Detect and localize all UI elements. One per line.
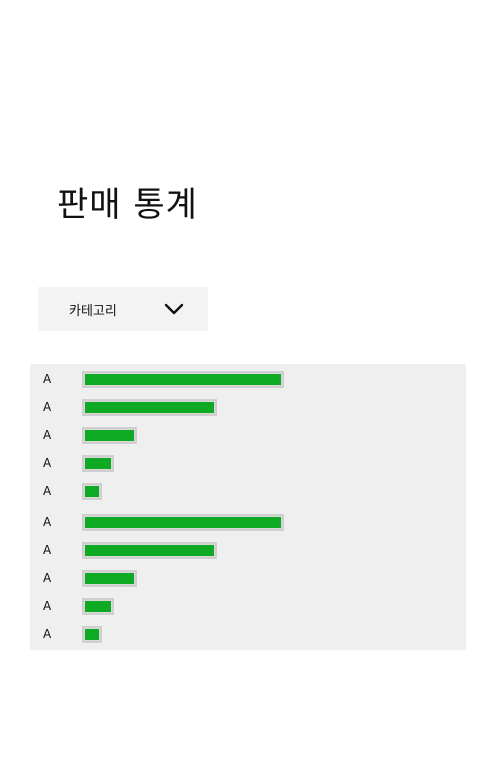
bar-row: A	[30, 624, 466, 644]
bar-category-label: A	[43, 428, 52, 442]
bar	[82, 399, 217, 416]
bar	[82, 483, 102, 500]
bar	[82, 427, 137, 444]
bar-row: A	[30, 397, 466, 417]
bar-chart: AAAAAAAAAA	[30, 364, 466, 650]
bar	[82, 514, 284, 531]
bar	[82, 598, 114, 615]
bar	[82, 542, 217, 559]
bar-row: A	[30, 425, 466, 445]
page: 판매 통계 카테고리 AAAAAAAAAA	[0, 0, 500, 774]
bar-category-label: A	[43, 543, 52, 557]
bar-row: A	[30, 453, 466, 473]
bar-category-label: A	[43, 456, 52, 470]
bar	[82, 371, 284, 388]
page-title: 판매 통계	[57, 185, 198, 225]
category-dropdown-label: 카테고리	[69, 303, 117, 319]
bar-category-label: A	[43, 372, 52, 386]
bar-row: A	[30, 596, 466, 616]
bar-row: A	[30, 369, 466, 389]
chevron-down-icon	[164, 303, 184, 315]
bar-category-label: A	[43, 571, 52, 585]
bar-row: A	[30, 481, 466, 501]
bar	[82, 455, 114, 472]
bar-category-label: A	[43, 627, 52, 641]
bar-row: A	[30, 512, 466, 532]
bar-row: A	[30, 540, 466, 560]
bar-category-label: A	[43, 515, 52, 529]
bar-row: A	[30, 568, 466, 588]
bar-category-label: A	[43, 400, 52, 414]
bar-category-label: A	[43, 599, 52, 613]
bar-category-label: A	[43, 484, 52, 498]
category-dropdown[interactable]: 카테고리	[38, 287, 208, 331]
bar	[82, 570, 137, 587]
bar	[82, 626, 102, 643]
